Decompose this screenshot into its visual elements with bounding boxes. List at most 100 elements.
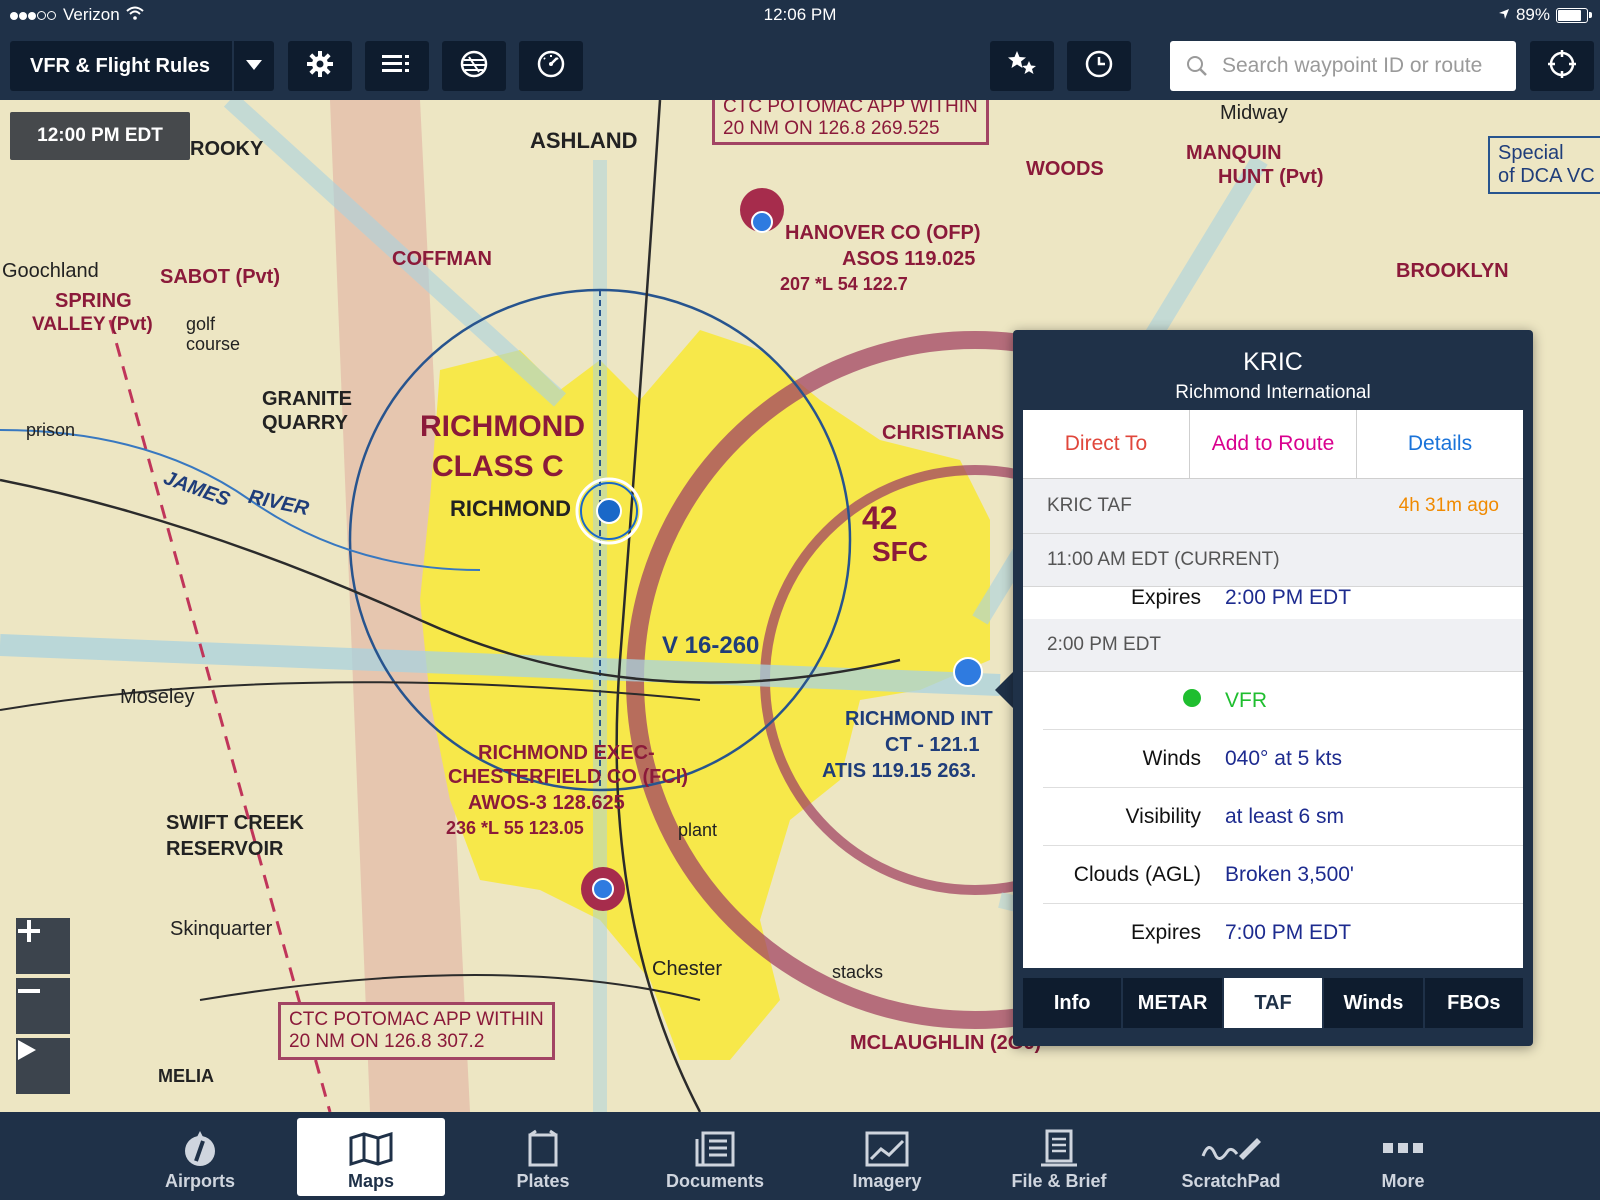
popover-pointer bbox=[995, 670, 1015, 710]
favorites-button[interactable] bbox=[990, 41, 1054, 91]
label-spring: SPRING bbox=[55, 290, 132, 312]
settings-button[interactable] bbox=[288, 41, 352, 91]
popover-tabs: Info METAR TAF Winds FBOs bbox=[1023, 978, 1524, 1028]
tab-plates[interactable]: Plates bbox=[469, 1118, 617, 1196]
tab-imagery[interactable]: Imagery bbox=[813, 1118, 961, 1196]
airports-icon bbox=[180, 1127, 220, 1171]
tab-metar[interactable]: METAR bbox=[1123, 978, 1222, 1028]
visibility-label: Visibility bbox=[1125, 804, 1201, 828]
tab-scratchpad[interactable]: ScratchPad bbox=[1157, 1118, 1305, 1196]
imagery-icon bbox=[865, 1127, 909, 1171]
label-v16: V 16-260 bbox=[662, 632, 760, 659]
taf-header: KRIC TAF 4h 31m ago bbox=[1023, 479, 1523, 534]
tab-airports[interactable]: Airports bbox=[126, 1118, 274, 1196]
visibility-value: at least 6 sm bbox=[1225, 804, 1345, 828]
tab-scratchpad-label: ScratchPad bbox=[1181, 1171, 1281, 1191]
tab-more[interactable]: More bbox=[1329, 1118, 1477, 1196]
layer-dropdown-button[interactable] bbox=[234, 41, 274, 91]
period-current: 11:00 AM EDT (CURRENT) bbox=[1047, 549, 1280, 570]
label-manquin: MANQUIN bbox=[1186, 142, 1282, 164]
label-plant: plant bbox=[678, 820, 718, 840]
gear-icon bbox=[306, 50, 334, 83]
label-reservoir: RESERVOIR bbox=[166, 838, 284, 860]
play-animation-button[interactable] bbox=[16, 1038, 70, 1094]
direct-to-button[interactable]: Direct To bbox=[1023, 410, 1190, 478]
label-richmond-int: RICHMOND INT bbox=[845, 708, 993, 730]
status-time: 12:06 PM bbox=[763, 5, 837, 24]
list-icon bbox=[382, 53, 412, 80]
vfr-dot-icon bbox=[1183, 688, 1201, 707]
label-hanover-freq: 207 *L 54 122.7 bbox=[780, 274, 908, 294]
plates-icon bbox=[526, 1127, 560, 1171]
ctc-top-line1: CTC POTOMAC APP WITHIN bbox=[723, 100, 978, 117]
tab-fbos[interactable]: FBOs bbox=[1424, 978, 1524, 1028]
ctc-top-line2: 20 NM ON 126.8 269.525 bbox=[723, 118, 940, 139]
clouds-label: Clouds (AGL) bbox=[1073, 862, 1201, 886]
tab-documents[interactable]: Documents bbox=[641, 1118, 789, 1196]
period-next: 2:00 PM EDT bbox=[1047, 634, 1162, 655]
globe-icon bbox=[459, 49, 489, 84]
tab-winds[interactable]: Winds bbox=[1324, 978, 1423, 1028]
row-visibility: Visibility at least 6 sm bbox=[1043, 788, 1523, 846]
label-christians: CHRISTIANS bbox=[882, 422, 1005, 444]
tab-info[interactable]: Info bbox=[1023, 978, 1122, 1028]
taf-title: KRIC TAF bbox=[1047, 495, 1132, 516]
flight-rule-indicator bbox=[1043, 688, 1201, 713]
label-quarry: QUARRY bbox=[262, 412, 348, 434]
globe-button[interactable] bbox=[442, 41, 506, 91]
tab-file-brief[interactable]: File & Brief bbox=[985, 1118, 1133, 1196]
label-prison: prison bbox=[26, 420, 76, 440]
tab-documents-label: Documents bbox=[665, 1171, 764, 1191]
tab-maps[interactable]: Maps bbox=[297, 1118, 445, 1196]
battery-icon bbox=[1556, 7, 1592, 23]
ctc-bottom-line2: 20 NM ON 126.8 307.2 bbox=[289, 1031, 485, 1052]
row-expires: Expires 7:00 PM EDT bbox=[1043, 904, 1523, 961]
label-asos: ASOS 119.025 bbox=[842, 248, 976, 270]
label-hanover: HANOVER CO (OFP) bbox=[785, 222, 981, 244]
label-ct: CT - 121.1 bbox=[885, 734, 980, 756]
ctc-box-top: CTC POTOMAC APP WITHIN 20 NM ON 126.8 26… bbox=[712, 100, 989, 145]
airport-name: Richmond International bbox=[1175, 382, 1371, 403]
label-skinquarter: Skinquarter bbox=[170, 918, 273, 940]
zoom-in-button[interactable] bbox=[16, 918, 70, 974]
gauge-icon bbox=[536, 49, 566, 84]
stars-icon bbox=[1007, 49, 1037, 84]
row-flight-rule: VFR bbox=[1043, 672, 1523, 730]
caret-down-icon bbox=[246, 57, 262, 75]
documents-icon bbox=[695, 1127, 735, 1171]
map-layer-button[interactable]: VFR & Flight Rules bbox=[10, 41, 232, 91]
zoom-out-button[interactable] bbox=[16, 978, 70, 1034]
period1-expires-value: 2:00 PM EDT bbox=[1225, 586, 1352, 609]
label-woods: WOODS bbox=[1026, 158, 1104, 180]
row-winds: Winds 040° at 5 kts bbox=[1043, 730, 1523, 788]
add-to-route-button[interactable]: Add to Route bbox=[1190, 410, 1357, 478]
expires-value: 7:00 PM EDT bbox=[1225, 920, 1352, 944]
taf-age: 4h 31m ago bbox=[1398, 495, 1499, 516]
winds-value: 040° at 5 kts bbox=[1225, 746, 1342, 770]
label-granite: GRANITE bbox=[262, 388, 352, 410]
details-button[interactable]: Details bbox=[1357, 410, 1523, 478]
search-bar[interactable] bbox=[1170, 41, 1516, 91]
label-midway: Midway bbox=[1220, 102, 1288, 124]
label-chesterfield: CHESTERFIELD CO (FCI) bbox=[448, 766, 688, 788]
locate-button[interactable] bbox=[1530, 41, 1594, 91]
label-richmond: RICHMOND bbox=[450, 496, 571, 521]
period-header-next: 2:00 PM EDT bbox=[1023, 619, 1523, 672]
tab-plates-label: Plates bbox=[516, 1171, 570, 1191]
battery-percent: 89% bbox=[1515, 5, 1550, 24]
ctc-box-bottom: CTC POTOMAC APP WITHIN 20 NM ON 126.8 30… bbox=[278, 1002, 555, 1060]
label-rooky: ROOKY bbox=[190, 138, 264, 160]
search-input[interactable] bbox=[1220, 53, 1514, 79]
special-box: Special of DCA VC bbox=[1488, 136, 1600, 194]
label-golf: golf bbox=[186, 314, 216, 334]
layers-list-button[interactable] bbox=[365, 41, 429, 91]
popover-content: Direct To Add to Route Details KRIC TAF … bbox=[1023, 410, 1523, 968]
popover-actions: Direct To Add to Route Details bbox=[1023, 410, 1523, 479]
airport-popover: KRIC Richmond International Direct To Ad… bbox=[1013, 330, 1533, 1046]
label-exec: RICHMOND EXEC- bbox=[478, 742, 655, 764]
instruments-button[interactable] bbox=[519, 41, 583, 91]
recents-button[interactable] bbox=[1067, 41, 1131, 91]
ctc-bottom-line1: CTC POTOMAC APP WITHIN bbox=[289, 1009, 544, 1030]
label-ashland: ASHLAND bbox=[530, 128, 638, 153]
tab-taf[interactable]: TAF bbox=[1223, 978, 1323, 1028]
